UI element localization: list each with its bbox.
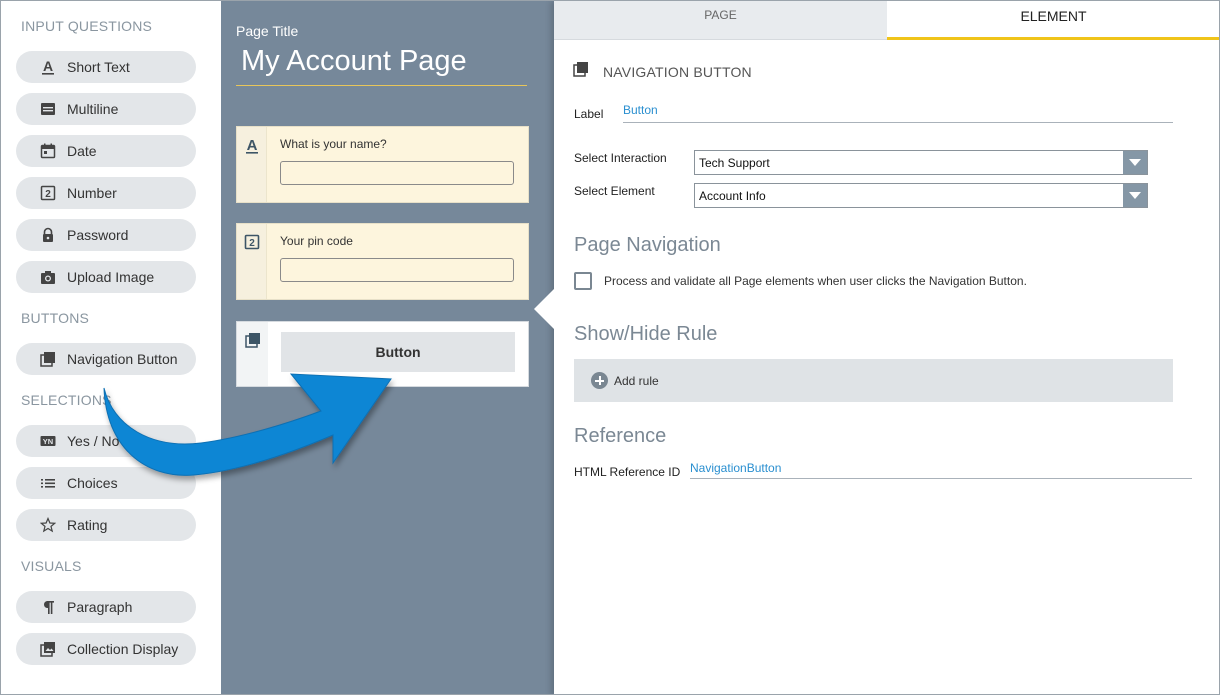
heading-buttons: BUTTONS [21, 310, 90, 326]
element-type-gutter [237, 322, 268, 386]
question-text: What is your name? [280, 137, 387, 151]
validate-elements-checkbox-label: Process and validate all Page elements w… [604, 274, 1027, 288]
palette-paragraph-button[interactable]: Paragraph [16, 591, 196, 623]
svg-text:A: A [246, 137, 257, 154]
palette-number-button[interactable]: 2 Number [16, 177, 196, 209]
navigation-button-card-selected[interactable]: Button [236, 321, 529, 387]
html-reference-id-input[interactable]: NavigationButton [690, 461, 781, 475]
label-field-input[interactable]: Button [623, 103, 658, 117]
number-icon: 2 [38, 183, 58, 203]
select-interaction-dropdown[interactable]: Tech Support [694, 150, 1148, 175]
button-preview[interactable]: Button [281, 332, 515, 372]
html-reference-id-underline [690, 478, 1192, 479]
tab-element[interactable]: ELEMENT [887, 1, 1219, 40]
heading-input-questions: INPUT QUESTIONS [21, 18, 153, 34]
copy-stack-icon [244, 332, 261, 386]
text-a-icon: A [38, 57, 58, 77]
palette-item-label: Multiline [67, 101, 119, 117]
chevron-down-icon[interactable] [1123, 184, 1147, 207]
palette-item-label: Yes / No [67, 433, 120, 449]
section-title: NAVIGATION BUTTON [603, 63, 752, 80]
html-reference-id-label: HTML Reference ID [574, 465, 681, 479]
app-frame: INPUT QUESTIONS A Short Text Multiline D… [0, 0, 1220, 695]
selection-pointer [534, 289, 554, 329]
palette-item-label: Upload Image [67, 269, 155, 285]
svg-text:YN: YN [43, 437, 53, 446]
question-answer-input[interactable] [280, 258, 514, 282]
page-title-input[interactable]: My Account Page [241, 45, 467, 78]
question-answer-input[interactable] [280, 161, 514, 185]
palette-item-label: Number [67, 185, 117, 201]
calendar-icon [38, 141, 58, 161]
list-icon [38, 473, 58, 493]
show-hide-rule-heading: Show/Hide Rule [574, 323, 718, 345]
add-rule-label: Add rule [614, 373, 659, 388]
palette-yes-no-button[interactable]: YN Yes / No [16, 425, 196, 457]
camera-icon [38, 267, 58, 287]
properties-tabs: PAGE ELEMENT [554, 1, 1219, 40]
question-text: Your pin code [280, 234, 353, 248]
heading-selections: SELECTIONS [21, 392, 112, 408]
palette-item-label: Password [67, 227, 129, 243]
palette-upload-image-button[interactable]: Upload Image [16, 261, 196, 293]
question-type-gutter: 2 [237, 224, 267, 299]
svg-text:2: 2 [45, 189, 51, 200]
page-navigation-heading: Page Navigation [574, 234, 721, 256]
chevron-down-icon[interactable] [1123, 151, 1147, 174]
svg-text:2: 2 [249, 238, 255, 249]
heading-visuals: VISUALS [21, 558, 82, 574]
select-element-label: Select Element [574, 184, 655, 198]
question-card-name[interactable]: A What is your name? [236, 126, 529, 203]
question-type-gutter: A [237, 127, 267, 202]
page-title-underline [236, 85, 527, 86]
star-icon [38, 515, 58, 535]
svg-text:A: A [43, 59, 53, 74]
select-element-value: Account Info [699, 188, 766, 203]
copy-stack-icon [573, 61, 589, 82]
properties-panel: PAGE ELEMENT NAVIGATION BUTTON Label But… [554, 1, 1219, 694]
palette-item-label: Paragraph [67, 599, 133, 615]
page-title-label: Page Title [236, 23, 299, 39]
select-element-dropdown[interactable]: Account Info [694, 183, 1148, 208]
copy-stack-icon [38, 349, 58, 369]
palette-item-label: Collection Display [67, 641, 179, 657]
question-card-pin[interactable]: 2 Your pin code [236, 223, 529, 300]
palette-date-button[interactable]: Date [16, 135, 196, 167]
palette-item-label: Choices [67, 475, 118, 491]
yes-no-icon: YN [38, 431, 58, 451]
text-a-icon: A [244, 137, 260, 202]
palette-multiline-button[interactable]: Multiline [16, 93, 196, 125]
palette-item-label: Navigation Button [67, 351, 178, 367]
add-rule-button[interactable]: Add rule [574, 359, 1173, 402]
reference-heading: Reference [574, 425, 667, 447]
element-palette: INPUT QUESTIONS A Short Text Multiline D… [1, 1, 221, 694]
palette-item-label: Rating [67, 517, 108, 533]
lock-icon [38, 225, 58, 245]
image-gallery-icon [38, 639, 58, 659]
palette-rating-button[interactable]: Rating [16, 509, 196, 541]
select-interaction-label: Select Interaction [574, 151, 667, 165]
tab-page[interactable]: PAGE [554, 1, 887, 40]
palette-navigation-button[interactable]: Navigation Button [16, 343, 196, 375]
plus-circle-icon [591, 372, 608, 389]
number-icon: 2 [244, 234, 260, 299]
validate-elements-checkbox[interactable] [574, 272, 592, 290]
page-canvas: Page Title My Account Page A What is you… [221, 1, 554, 694]
multiline-icon [38, 99, 58, 119]
palette-short-text-button[interactable]: A Short Text [16, 51, 196, 83]
palette-collection-display-button[interactable]: Collection Display [16, 633, 196, 665]
palette-item-label: Date [67, 143, 97, 159]
palette-item-label: Short Text [67, 59, 130, 75]
label-field-label: Label [574, 107, 604, 121]
palette-choices-button[interactable]: Choices [16, 467, 196, 499]
palette-password-button[interactable]: Password [16, 219, 196, 251]
select-interaction-value: Tech Support [699, 155, 770, 170]
label-field-underline [623, 122, 1173, 123]
section-header: NAVIGATION BUTTON [573, 61, 752, 82]
pilcrow-icon [38, 597, 58, 617]
